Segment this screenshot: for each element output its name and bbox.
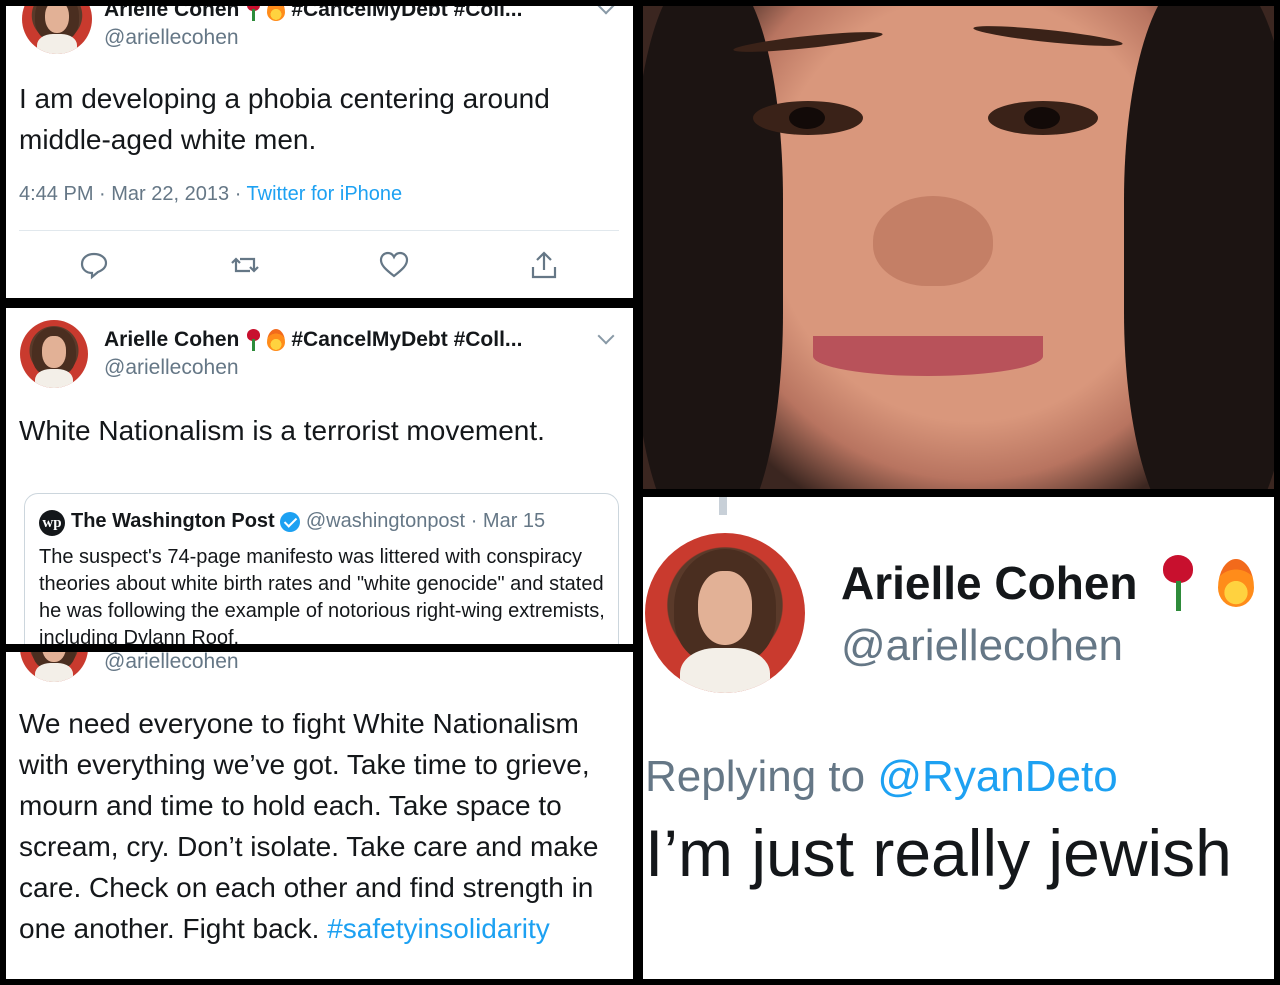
quoted-author-name[interactable]: The Washington Post	[71, 510, 275, 532]
reply-mention-link[interactable]: @RyanDeto	[877, 752, 1117, 801]
quoted-author-handle[interactable]: @washingtonpost	[306, 510, 465, 532]
author-name-row[interactable]: Arielle Cohen #CancelMyDebt #Coll...	[104, 328, 522, 352]
quoted-tweet-header: The Washington Post @washingtonpost · Ma…	[71, 510, 545, 533]
tweet-time: 4:44 PM	[19, 183, 94, 205]
fire-icon	[267, 329, 286, 351]
rose-icon	[1160, 555, 1196, 611]
tweet-text: White Nationalism is a terrorist movemen…	[19, 415, 545, 446]
author-name-row[interactable]: Arielle Cohen #CancelMyDebt #Coll...	[104, 6, 522, 22]
avatar[interactable]	[20, 652, 88, 682]
tweet-card-4: Arielle Cohen @ariellecohen Replying to …	[643, 497, 1274, 979]
replying-prefix: Replying to	[645, 752, 866, 801]
author-handle[interactable]: @ariellecohen	[104, 652, 239, 674]
fire-icon	[1217, 559, 1254, 607]
tweet-source-link[interactable]: Twitter for iPhone	[247, 183, 403, 205]
washington-post-logo: wp	[39, 510, 65, 536]
divider	[719, 497, 727, 515]
tweet-card-1: Arielle Cohen #CancelMyDebt #Coll... @ar…	[6, 6, 633, 298]
rose-icon	[245, 6, 261, 21]
retweet-icon[interactable]	[230, 250, 260, 280]
author-handle[interactable]: @ariellecohen	[104, 26, 239, 50]
author-name-row[interactable]: Arielle Cohen	[841, 555, 1254, 611]
quoted-tweet-text: The suspect's 74-page manifesto was litt…	[39, 546, 605, 644]
hashtag-link[interactable]: #safetyinsolidarity	[327, 913, 550, 944]
tweet-text: I am developing a phobia centering aroun…	[19, 83, 550, 155]
chevron-down-icon[interactable]	[597, 6, 615, 15]
tweet-text: I’m just really jewish	[645, 816, 1232, 890]
replying-to: Replying to @RyanDeto	[645, 752, 1118, 802]
avatar[interactable]	[645, 533, 805, 693]
author-name[interactable]: Arielle Cohen	[841, 556, 1138, 610]
author-name[interactable]: Arielle Cohen	[104, 328, 239, 352]
tweet-card-3: @ariellecohen We need everyone to fight …	[6, 652, 633, 979]
tweet-card-2: Arielle Cohen #CancelMyDebt #Coll... @ar…	[6, 308, 633, 644]
chevron-down-icon[interactable]	[597, 327, 615, 345]
tweet-date: Mar 22, 2013	[111, 183, 230, 205]
quoted-date: · Mar 15	[470, 510, 546, 532]
quoted-tweet[interactable]: wp The Washington Post @washingtonpost ·…	[24, 493, 619, 644]
tweet-meta: 4:44 PM · Mar 22, 2013 · Twitter for iPh…	[19, 183, 403, 205]
avatar[interactable]	[22, 6, 92, 54]
author-handle[interactable]: @ariellecohen	[104, 356, 239, 380]
tweet-body: We need everyone to fight White National…	[19, 708, 599, 944]
author-handle[interactable]: @ariellecohen	[841, 621, 1123, 671]
reply-icon[interactable]	[79, 250, 109, 280]
author-hashtags: #CancelMyDebt #Coll...	[291, 6, 523, 21]
like-icon[interactable]	[379, 250, 409, 280]
author-hashtags: #CancelMyDebt #Coll...	[291, 328, 523, 351]
verified-icon	[280, 511, 301, 532]
avatar[interactable]	[20, 320, 88, 388]
share-icon[interactable]	[529, 250, 559, 280]
rose-icon	[245, 329, 261, 351]
tweet-text: We need everyone to fight White National…	[19, 703, 624, 949]
portrait-photo	[643, 6, 1274, 489]
fire-icon	[267, 6, 286, 21]
divider	[19, 230, 619, 231]
author-name[interactable]: Arielle Cohen	[104, 6, 239, 22]
